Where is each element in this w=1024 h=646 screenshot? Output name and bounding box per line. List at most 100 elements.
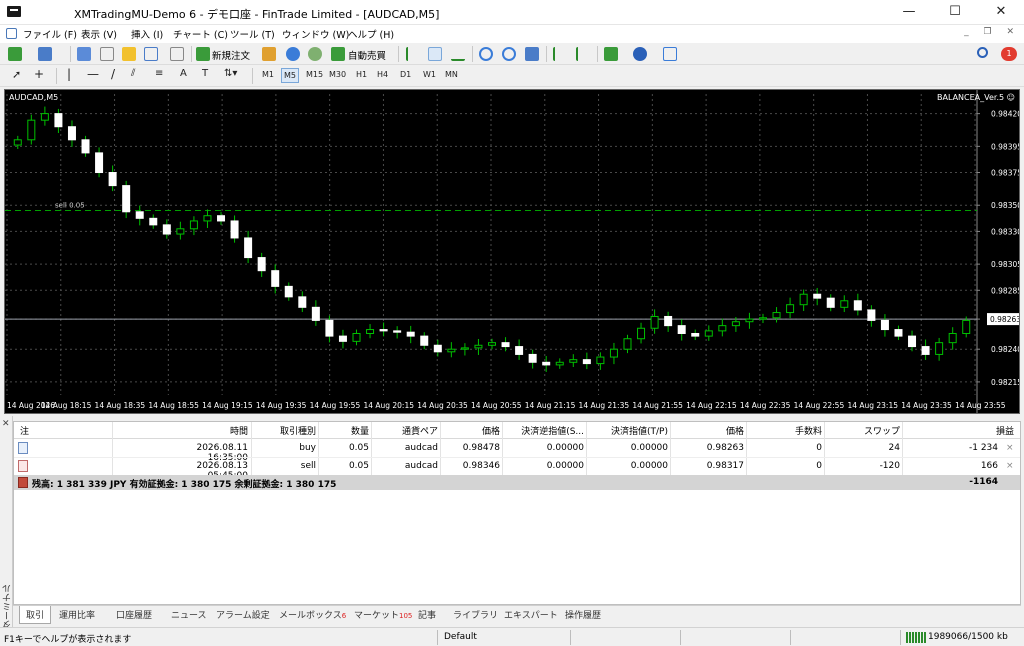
search-icon[interactable] <box>977 47 988 58</box>
menu-view[interactable]: 表示 (V) <box>81 27 117 41</box>
status-profile[interactable]: Default <box>444 632 477 642</box>
timeframe-w1[interactable]: W1 <box>423 70 436 79</box>
vertical-line-icon[interactable]: | <box>67 67 71 81</box>
status-divider <box>790 630 791 645</box>
market-watch-icon[interactable] <box>77 47 91 61</box>
cell-sl[interactable]: 0.00000 <box>504 461 584 471</box>
tab-account-history[interactable]: 口座履歴 <box>116 608 152 621</box>
cell-volume: 0.05 <box>348 461 369 471</box>
templates-icon[interactable] <box>663 47 677 61</box>
col-volume[interactable]: 数量 <box>319 424 369 437</box>
close-order-icon[interactable]: × <box>1006 443 1014 453</box>
tab-trade[interactable]: 取引 <box>19 606 52 624</box>
tab-exposure[interactable]: 運用比率 <box>59 608 95 621</box>
col-price[interactable]: 価格 <box>442 424 500 437</box>
expert-advisor-label[interactable]: BALANCEA_Ver.5 ☺ <box>937 93 1015 102</box>
zoom-in-icon[interactable] <box>479 47 493 61</box>
status-divider <box>437 630 438 645</box>
chart-canvas[interactable]: sell 0.05 0.98420 0.98395 0.98375 0.98350 0.9… <box>5 90 1019 413</box>
table-row[interactable]: 2026.08.11 16:35:00 buy 0.05 audcad 0.98… <box>14 440 1020 463</box>
auto-scroll-icon[interactable] <box>553 47 567 61</box>
metaeditor-icon[interactable] <box>262 47 276 61</box>
timeframe-m1[interactable]: M1 <box>262 70 274 79</box>
bar-chart-icon[interactable] <box>406 47 420 61</box>
window-title: XMTradingMU-Demo 6 - デモ口座 - FinTrade Lim… <box>74 8 440 21</box>
col-type[interactable]: 取引種別 <box>254 424 316 437</box>
menu-insert[interactable]: 挿入 (I) <box>131 27 163 41</box>
candle-body <box>108 172 117 187</box>
tab-journal[interactable]: 操作履歴 <box>565 608 601 621</box>
profiles-icon[interactable] <box>38 47 52 61</box>
timeframe-h1[interactable]: H1 <box>356 70 367 79</box>
status-divider <box>900 630 901 645</box>
cell-tp[interactable]: 0.00000 <box>588 461 668 471</box>
mdi-window-controls[interactable]: _ ❐ ✕ <box>964 27 1020 37</box>
tab-alerts[interactable]: アラーム設定 <box>216 608 270 621</box>
crosshair-icon[interactable]: + <box>34 67 44 81</box>
timeframe-m15[interactable]: M15 <box>306 70 323 79</box>
col-order[interactable]: 注 <box>20 424 29 437</box>
menu-chart[interactable]: チャート (C) <box>173 27 228 41</box>
community-icon[interactable] <box>286 47 300 61</box>
equidistant-channel-icon[interactable]: ⫽ <box>131 68 135 79</box>
line-chart-icon[interactable] <box>451 47 465 61</box>
price-chart[interactable]: sell 0.05 0.98420 0.98395 0.98375 0.98350 0.9… <box>4 89 1020 414</box>
col-swap[interactable]: スワップ <box>826 424 900 437</box>
menu-window[interactable]: ウィンドウ (W) <box>282 27 349 41</box>
tab-news[interactable]: ニュース <box>171 608 207 621</box>
new-order-icon[interactable] <box>196 47 210 61</box>
col-sl[interactable]: 決済逆指値(S... <box>504 424 584 437</box>
tab-articles[interactable]: 記事 <box>418 608 436 621</box>
autotrading-icon[interactable] <box>331 47 345 61</box>
chart-shift-icon[interactable] <box>576 47 590 61</box>
tab-market[interactable]: マーケット105 <box>354 608 412 621</box>
table-row[interactable]: 2026.08.13 05:45:00 sell 0.05 audcad 0.9… <box>14 458 1020 481</box>
tile-windows-icon[interactable] <box>525 47 539 61</box>
timeframe-h4[interactable]: H4 <box>377 70 388 79</box>
tab-mailbox[interactable]: メールボックス6 <box>279 608 346 621</box>
signals-icon[interactable] <box>308 47 322 61</box>
zoom-out-icon[interactable] <box>502 47 516 61</box>
timeframe-m30[interactable]: M30 <box>329 70 346 79</box>
col-symbol[interactable]: 通貨ペア <box>374 424 438 437</box>
navigator-icon[interactable] <box>122 47 136 61</box>
tab-library[interactable]: ライブラリ <box>453 608 498 621</box>
text-tool-icon[interactable]: A <box>180 68 187 79</box>
menu-tools[interactable]: ツール (T) <box>230 27 275 41</box>
col-current-price[interactable]: 価格 <box>672 424 744 437</box>
col-profit[interactable]: 損益 <box>904 424 1014 437</box>
autotrading-button[interactable]: 自動売買 <box>348 48 386 62</box>
close-button[interactable]: ✕ <box>978 0 1024 25</box>
indicators-icon[interactable] <box>604 47 618 61</box>
tab-experts[interactable]: エキスパート <box>504 608 558 621</box>
horizontal-line-icon[interactable]: — <box>87 67 99 81</box>
periods-icon[interactable] <box>633 47 647 61</box>
maximize-button[interactable]: ☐ <box>932 0 978 25</box>
col-commission[interactable]: 手数料 <box>748 424 822 437</box>
toolbar-divider <box>597 46 598 62</box>
trendline-icon[interactable]: / <box>111 67 115 81</box>
cell-sl[interactable]: 0.00000 <box>504 443 584 453</box>
new-order-button[interactable]: 新規注文 <box>212 48 250 62</box>
timeframe-mn[interactable]: MN <box>445 70 458 79</box>
new-chart-icon[interactable] <box>8 47 22 61</box>
timeframe-d1[interactable]: D1 <box>400 70 411 79</box>
terminal-close-icon[interactable]: ✕ <box>2 419 10 429</box>
strategy-tester-icon[interactable] <box>170 47 184 61</box>
notifications-badge[interactable]: 1 <box>1001 47 1017 61</box>
minimize-button[interactable]: — <box>886 0 932 25</box>
data-window-icon[interactable] <box>100 47 114 61</box>
text-label-icon[interactable]: T <box>202 68 208 79</box>
cell-tp[interactable]: 0.00000 <box>588 443 668 453</box>
col-time[interactable]: 時間 <box>164 424 248 437</box>
timeframe-m5[interactable]: M5 <box>281 68 299 83</box>
close-order-icon[interactable]: × <box>1006 461 1014 471</box>
cursor-icon[interactable]: ➚ <box>12 68 21 81</box>
arrows-icon[interactable]: ⇅▾ <box>224 68 237 79</box>
terminal-icon[interactable] <box>144 47 158 61</box>
col-tp[interactable]: 決済指値(T/P) <box>588 424 668 437</box>
menu-file[interactable]: ファイル (F) <box>23 27 77 41</box>
fibonacci-icon[interactable]: ≡ <box>155 68 163 79</box>
candlestick-chart-icon[interactable] <box>428 47 442 61</box>
menu-help[interactable]: ヘルプ (H) <box>348 27 394 41</box>
